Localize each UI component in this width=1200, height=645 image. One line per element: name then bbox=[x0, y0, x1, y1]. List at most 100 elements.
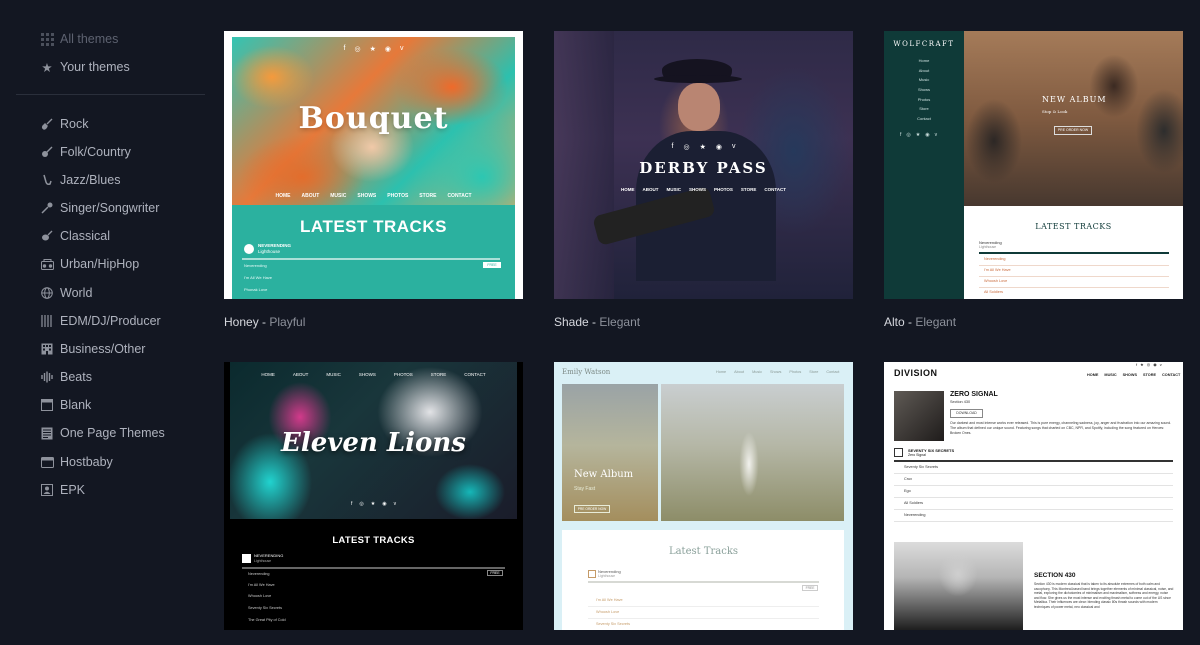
track-divider bbox=[894, 509, 1173, 510]
instagram-icon: ◎ bbox=[906, 132, 911, 138]
sidebar-item-jazz-blues[interactable]: Jazz/Blues bbox=[40, 171, 120, 189]
preview-hero-button: PRE ORDER NOW bbox=[574, 505, 610, 513]
theme-style: Elegant bbox=[599, 315, 641, 329]
social-icons: f ★ ◎ ◉ v bbox=[1136, 362, 1162, 367]
theme-caption-honey[interactable]: Honey - Playful bbox=[224, 315, 305, 329]
player-progress bbox=[242, 567, 505, 569]
sidebar-item-hostbaby[interactable]: Hostbaby bbox=[40, 453, 113, 471]
sidebar-item-blank[interactable]: Blank bbox=[40, 396, 91, 414]
hostbaby-icon bbox=[40, 455, 54, 469]
theme-card-shade[interactable]: f ◎ ★ ◉ v DERBY PASS HOME ABOUT MUSIC SHOWS … bbox=[554, 31, 853, 299]
player-progress bbox=[979, 252, 1169, 254]
spotify-icon: ◉ bbox=[1153, 362, 1157, 367]
sidebar-item-epk[interactable]: EPK bbox=[40, 481, 85, 499]
nav-item: CONTACT bbox=[447, 193, 472, 199]
nav-item: MUSIC bbox=[666, 187, 681, 192]
track-divider bbox=[894, 521, 1173, 522]
player-progress bbox=[242, 258, 500, 260]
track-item: Seventy Six Secrets bbox=[596, 622, 630, 626]
facebook-icon: f bbox=[1136, 362, 1138, 367]
preview-title: Bouquet bbox=[298, 101, 449, 136]
player-title: NEVERENDING bbox=[254, 553, 284, 558]
track-item: Neverending bbox=[984, 257, 1006, 261]
nav-item: Home bbox=[716, 370, 727, 374]
track-item: I'm All We Have bbox=[244, 275, 273, 280]
track-item: Neverending bbox=[244, 263, 267, 268]
nav-item: MUSIC bbox=[1104, 373, 1117, 377]
facebook-icon: f bbox=[900, 132, 902, 138]
nav-item: Contact bbox=[826, 370, 840, 374]
nav-item: HOME bbox=[1087, 373, 1099, 377]
sidebar-item-your-themes[interactable]: ★ Your themes bbox=[40, 58, 130, 76]
menu-item: Music bbox=[918, 77, 930, 82]
waveform-icon bbox=[40, 370, 54, 384]
sidebar-item-folk-country[interactable]: Folk/Country bbox=[40, 143, 131, 161]
saxophone-icon bbox=[40, 173, 54, 187]
sidebar-item-rock[interactable]: Rock bbox=[40, 115, 88, 133]
nav-item: STORE bbox=[430, 372, 447, 377]
preview-section-title: LATEST TRACKS bbox=[300, 217, 447, 236]
electric-guitar-icon bbox=[40, 117, 54, 131]
boombox-icon bbox=[40, 257, 54, 271]
theme-card-honey[interactable]: f ◎ ★ ◉ v Bouquet HOME ABOUT MUSIC SHOWS PHO… bbox=[224, 31, 523, 299]
preview-hero-button: PRE ORDER NOW bbox=[1054, 126, 1092, 135]
microphone-icon bbox=[40, 201, 54, 215]
vimeo-icon: v bbox=[934, 132, 938, 138]
sidebar-item-label: Folk/Country bbox=[60, 145, 131, 159]
sidebar-item-world[interactable]: World bbox=[40, 284, 92, 302]
nav-item: CONTACT bbox=[764, 187, 787, 192]
sidebar-item-all-themes[interactable]: All themes bbox=[40, 30, 118, 48]
spotify-icon: ◉ bbox=[715, 144, 722, 151]
theme-card-division[interactable]: DIVISION f ★ ◎ ◉ v HOME MUSIC SHOWS STORE CO… bbox=[884, 362, 1183, 630]
spotify-icon: ◉ bbox=[384, 46, 391, 53]
section-description: Section 430 is modern classical that is … bbox=[1034, 582, 1174, 609]
blank-page-icon bbox=[40, 398, 54, 412]
theme-card-eleven-lions[interactable]: HOME ABOUT MUSIC SHOWS PHOTOS STORE CONT… bbox=[224, 362, 523, 630]
theme-card-alto[interactable]: WOLFCRAFT Home About Music Shows Photos … bbox=[884, 31, 1183, 299]
nav-item: CONTACT bbox=[464, 372, 486, 377]
track-item: Whoosh Love bbox=[248, 594, 272, 598]
preview-title: DERBY PASS bbox=[639, 159, 768, 177]
sidebar-item-label: Business/Other bbox=[60, 342, 146, 356]
social-icons: f ◎ ★ ◉ v bbox=[224, 45, 523, 53]
sidebar-item-urban-hiphop[interactable]: Urban/HipHop bbox=[40, 255, 139, 273]
sidebar-item-label: EDM/DJ/Producer bbox=[60, 314, 161, 328]
preview-nav: HOME MUSIC SHOWS STORE CONTACT bbox=[1087, 373, 1180, 377]
sidebar-item-singer-songwriter[interactable]: Singer/Songwriter bbox=[40, 199, 159, 217]
theme-preview-image bbox=[562, 384, 658, 521]
sidebar-item-business-other[interactable]: Business/Other bbox=[40, 340, 145, 358]
track-item: All Soldiers bbox=[984, 290, 1003, 294]
sidebar-item-label: Your themes bbox=[60, 60, 130, 74]
theme-card-emily-watson[interactable]: Emily Watson Home About Music Shows Phot… bbox=[554, 362, 853, 630]
theme-caption-alto[interactable]: Alto - Elegant bbox=[884, 315, 956, 329]
sidebar-item-classical[interactable]: Classical bbox=[40, 227, 110, 245]
nav-item: HOME bbox=[620, 187, 635, 192]
play-icon bbox=[588, 570, 596, 578]
theme-preview-image bbox=[894, 542, 1023, 630]
theme-name: Alto bbox=[884, 315, 905, 329]
track-item: Ego bbox=[904, 489, 911, 493]
preview-hero-subtitle: Stop & Look bbox=[1042, 109, 1068, 114]
play-icon bbox=[244, 244, 254, 254]
star-icon: ★ bbox=[369, 46, 376, 53]
nav-item: Music bbox=[752, 370, 762, 374]
vimeo-icon: v bbox=[393, 501, 397, 507]
player-subtitle: Zero Signal bbox=[908, 453, 926, 457]
nav-item: SHOWS bbox=[688, 187, 706, 192]
theme-caption-shade[interactable]: Shade - Elegant bbox=[554, 315, 640, 329]
sidebar-item-one-page-themes[interactable]: One Page Themes bbox=[40, 424, 165, 442]
star-icon: ★ bbox=[1140, 362, 1144, 367]
menu-item: Shows bbox=[917, 87, 930, 92]
nav-item: PHOTOS bbox=[714, 187, 733, 192]
nav-item: About bbox=[734, 370, 745, 374]
theme-style: Elegant bbox=[915, 315, 957, 329]
sidebar-item-edm-dj-producer[interactable]: EDM/DJ/Producer bbox=[40, 312, 161, 330]
track-item: Crux bbox=[904, 477, 913, 481]
preview-section-title: Latest Tracks bbox=[668, 546, 739, 557]
section-title: SECTION 430 bbox=[1034, 572, 1076, 579]
track-item: I'm All We Have bbox=[984, 268, 1011, 272]
track-item: All Soldiers bbox=[904, 501, 923, 505]
sidebar-item-label: Hostbaby bbox=[60, 455, 113, 469]
nav-item: ABOUT bbox=[301, 193, 320, 199]
sidebar-item-beats[interactable]: Beats bbox=[40, 368, 92, 386]
